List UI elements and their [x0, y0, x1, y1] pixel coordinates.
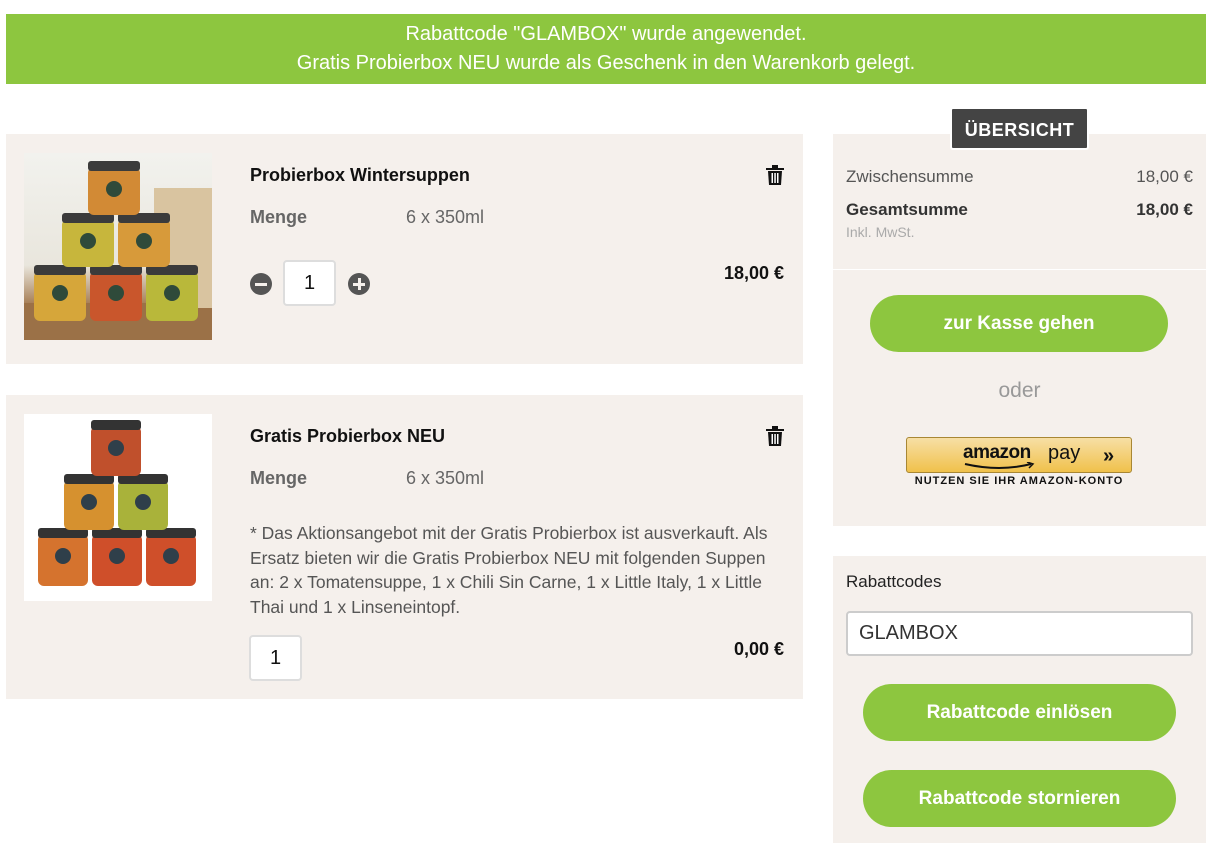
- amazon-smile-icon: [964, 462, 1035, 469]
- summary-divider: [833, 269, 1206, 270]
- subtotal-label: Zwischensumme: [846, 167, 974, 186]
- item-price: 0,00 €: [733, 639, 784, 659]
- quantity-input[interactable]: 1: [283, 260, 336, 306]
- amazon-pay-text: pay: [1048, 442, 1081, 464]
- double-chevron-right-icon: »: [1103, 445, 1115, 467]
- amazon-pay-caption: NUTZEN SIE IHR AMAZON-KONTO: [914, 475, 1124, 487]
- quantity-size-value: 6 x 350ml: [406, 468, 485, 488]
- total-row: Gesamtsumme 18,00 €: [846, 200, 1193, 220]
- amazon-pay-button-face[interactable]: amazon pay »: [906, 437, 1132, 473]
- total-label: Gesamtsumme: [846, 200, 968, 219]
- tax-note: Inkl. MwSt.: [846, 224, 915, 240]
- total-value: 18,00 €: [1136, 200, 1193, 219]
- product-image-wintersuppen[interactable]: [24, 153, 212, 340]
- checkout-button[interactable]: zur Kasse gehen: [870, 295, 1168, 352]
- coupon-applied-banner: Rabattcode "GLAMBOX" wurde angewendet. G…: [6, 14, 1206, 84]
- subtotal-row: Zwischensumme 18,00 €: [846, 167, 1193, 187]
- amazon-logo: amazon: [963, 442, 1031, 463]
- coupon-label: Rabattcodes: [846, 572, 942, 591]
- summary-heading: ÜBERSICHT: [950, 107, 1089, 150]
- banner-line-2: Gratis Probierbox NEU wurde als Geschenk…: [296, 52, 916, 74]
- cart-item: Probierbox Wintersuppen Menge 6 x 350ml …: [6, 134, 803, 364]
- banner-line-1: Rabattcode "GLAMBOX" wurde angewendet.: [405, 23, 807, 45]
- quantity-size-label: Menge: [250, 207, 308, 227]
- increase-quantity-button[interactable]: [348, 273, 370, 295]
- replacement-note: * Das Aktionsangebot mit der Gratis Prob…: [250, 523, 768, 617]
- redeem-coupon-button[interactable]: Rabattcode einlösen: [863, 684, 1176, 741]
- decrease-quantity-button[interactable]: [250, 273, 272, 295]
- amazon-pay-button[interactable]: amazon pay » NUTZEN SIE IHR AMAZON-KONTO: [906, 437, 1132, 490]
- item-price: 18,00 €: [723, 263, 784, 283]
- product-title[interactable]: Gratis Probierbox NEU: [250, 426, 445, 447]
- quantity-display: 1: [249, 635, 302, 681]
- quantity-size-value: 6 x 350ml: [406, 207, 485, 227]
- trash-icon[interactable]: [766, 426, 784, 446]
- cancel-coupon-button[interactable]: Rabattcode stornieren: [863, 770, 1176, 827]
- quantity-size-label: Menge: [250, 468, 308, 488]
- subtotal-value: 18,00 €: [1136, 167, 1193, 186]
- trash-icon[interactable]: [766, 165, 784, 185]
- product-image-gratis-probierbox[interactable]: [24, 414, 212, 601]
- or-separator: oder: [998, 379, 1041, 402]
- coupon-code-input[interactable]: GLAMBOX: [846, 611, 1193, 656]
- cart-item: Gratis Probierbox NEU Menge 6 x 350ml * …: [6, 395, 803, 699]
- product-title[interactable]: Probierbox Wintersuppen: [250, 165, 470, 186]
